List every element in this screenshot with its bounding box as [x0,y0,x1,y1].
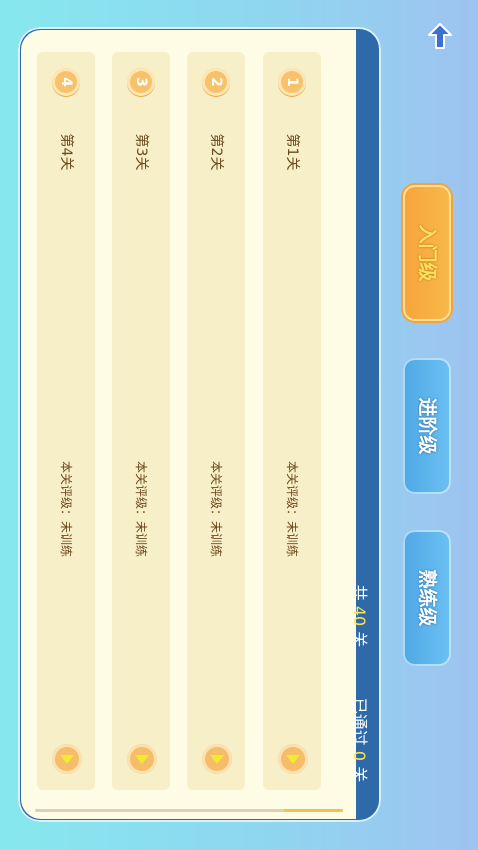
tab-beginner[interactable]: 入门级 [403,185,451,321]
level-number-badge: 2 [202,68,230,96]
level-rating: 本关评级：未训练 [285,460,299,557]
passed-levels-text: 已通过 0 关 [350,697,369,783]
level-number: 4 [58,77,74,87]
play-button[interactable] [202,744,232,774]
total-levels-count: 40 [350,605,369,627]
level-card-4[interactable]: 4 第4关 本关评级：未训练 [37,52,95,790]
play-button[interactable] [278,744,308,774]
tab-proficient[interactable]: 熟练级 [403,530,451,666]
level-card-3[interactable]: 3 第3关 本关评级：未训练 [112,52,170,790]
tab-label: 熟练级 [416,569,438,627]
play-icon [286,755,300,764]
play-icon [60,755,74,764]
level-list[interactable]: 1 第1关 本关评级：未训练 2 第2关 本关评级：未训练 3 第3关 本关评级… [21,30,356,819]
play-button[interactable] [127,744,157,774]
tab-label: 进阶级 [416,397,438,455]
tab-label: 入门级 [416,224,438,282]
total-levels-text: 共 40 关 [350,584,369,648]
level-number: 3 [133,77,149,87]
level-title: 第1关 [284,133,300,171]
up-arrow-icon [428,23,452,49]
play-icon [135,755,149,764]
scroll-progress-fill [284,809,343,812]
level-title: 第2关 [208,133,224,171]
level-card-2[interactable]: 2 第2关 本关评级：未训练 [187,52,245,790]
back-button[interactable] [427,22,453,50]
level-number-badge: 1 [278,68,306,96]
level-number-badge: 4 [52,68,80,96]
level-rating: 本关评级：未训练 [209,460,223,557]
level-panel: 1 第1关 本关评级：未训练 2 第2关 本关评级：未训练 3 第3关 本关评级… [18,27,381,822]
play-icon [210,755,224,764]
level-number: 2 [208,77,224,87]
tab-advanced[interactable]: 进阶级 [403,358,451,494]
level-number: 1 [284,77,300,87]
level-title: 第3关 [133,133,149,171]
level-rating: 本关评级：未训练 [134,460,148,557]
scroll-progress[interactable] [35,809,343,812]
level-title: 第4关 [58,133,74,171]
level-number-badge: 3 [127,68,155,96]
passed-levels-count: 0 [350,750,369,762]
level-card-1[interactable]: 1 第1关 本关评级：未训练 [263,52,321,790]
play-button[interactable] [52,744,82,774]
level-rating: 本关评级：未训练 [59,460,73,557]
